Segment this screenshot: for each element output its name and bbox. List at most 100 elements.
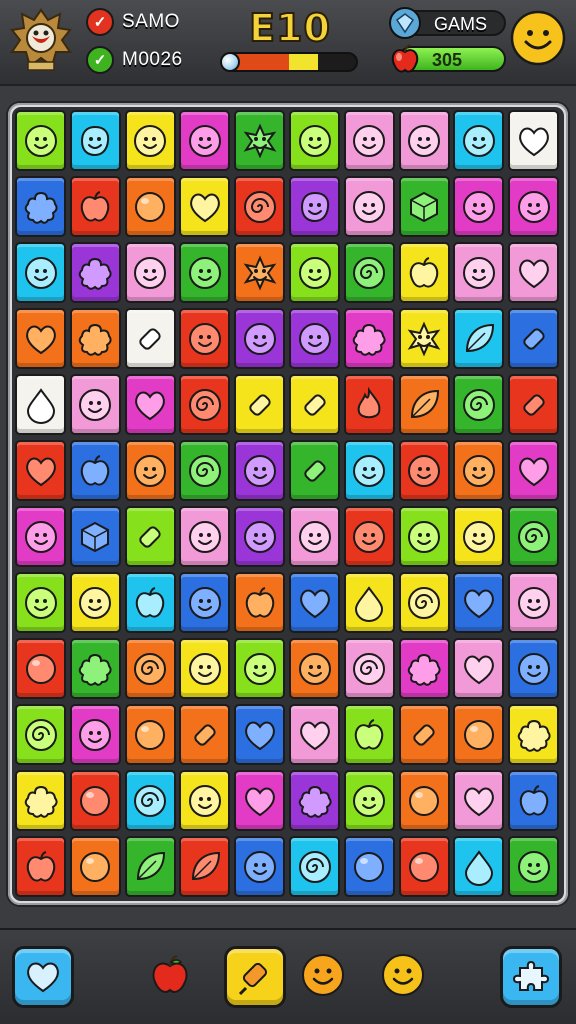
tile-swirl[interactable]	[508, 506, 560, 567]
tile-apple[interactable]	[69, 176, 121, 237]
tile-smile[interactable]	[124, 440, 176, 501]
tile-smile[interactable]	[398, 440, 450, 501]
tile-apple[interactable]	[124, 572, 176, 633]
candy-button[interactable]	[224, 946, 286, 1008]
tile-smile[interactable]	[343, 110, 395, 171]
tile-smile[interactable]	[69, 704, 121, 765]
coins-pill[interactable]: 305	[391, 44, 506, 73]
tile-smile[interactable]	[289, 308, 340, 369]
tile-smile[interactable]	[179, 242, 231, 303]
tile-swirl[interactable]	[453, 374, 505, 435]
tile-heart[interactable]	[453, 638, 505, 699]
tile-heart[interactable]	[124, 374, 176, 435]
tile-leaf[interactable]	[398, 374, 450, 435]
tile-smile[interactable]	[124, 242, 176, 303]
tile-apple[interactable]	[234, 572, 286, 633]
tile-smile[interactable]	[179, 572, 231, 633]
tile-dot[interactable]	[398, 770, 450, 831]
tile-smile[interactable]	[508, 572, 560, 633]
tile-smile[interactable]	[289, 638, 340, 699]
tile-blob[interactable]	[289, 176, 340, 237]
tile-heart[interactable]	[508, 110, 560, 171]
tile-star[interactable]	[234, 110, 286, 171]
tile-apple[interactable]	[69, 440, 121, 501]
tile-swirl[interactable]	[124, 770, 176, 831]
tile-smile[interactable]	[508, 638, 560, 699]
tile-heart[interactable]	[453, 572, 505, 633]
tile-heart[interactable]	[15, 440, 66, 501]
tile-flower[interactable]	[69, 308, 121, 369]
tile-apple[interactable]	[343, 704, 395, 765]
tile-cube[interactable]	[398, 176, 450, 237]
tile-swirl[interactable]	[343, 242, 395, 303]
tile-drop[interactable]	[15, 374, 66, 435]
tile-flower[interactable]	[15, 176, 66, 237]
tile-smile[interactable]	[234, 440, 286, 501]
tile-heart[interactable]	[234, 704, 286, 765]
tile-apple[interactable]	[508, 770, 560, 831]
tile-drop[interactable]	[453, 836, 505, 897]
tile-flower[interactable]	[69, 638, 121, 699]
tile-smile[interactable]	[234, 308, 286, 369]
tile-dot[interactable]	[69, 836, 121, 897]
tile-smile[interactable]	[343, 506, 395, 567]
tile-flower[interactable]	[398, 638, 450, 699]
tile-smile[interactable]	[343, 440, 395, 501]
tile-swirl[interactable]	[234, 176, 286, 237]
tile-dot[interactable]	[124, 704, 176, 765]
tile-smile[interactable]	[234, 506, 286, 567]
tile-smile[interactable]	[234, 638, 286, 699]
tile-heart[interactable]	[234, 770, 286, 831]
tile-smile[interactable]	[289, 110, 340, 171]
tile-heart[interactable]	[15, 308, 66, 369]
apple-icon[interactable]	[147, 952, 193, 998]
tile-dot[interactable]	[69, 770, 121, 831]
tile-smile[interactable]	[15, 506, 66, 567]
tile-dot[interactable]	[124, 176, 176, 237]
tile-smile[interactable]	[343, 770, 395, 831]
tile-cube[interactable]	[69, 506, 121, 567]
tile-dot[interactable]	[15, 638, 66, 699]
tile-swirl[interactable]	[179, 440, 231, 501]
tile-swirl[interactable]	[343, 638, 395, 699]
tile-smile[interactable]	[453, 440, 505, 501]
tile-flower[interactable]	[343, 308, 395, 369]
tile-flower[interactable]	[289, 770, 340, 831]
tile-smile[interactable]	[343, 176, 395, 237]
tile-smile[interactable]	[453, 110, 505, 171]
tile-candy[interactable]	[289, 440, 340, 501]
tile-flower[interactable]	[15, 770, 66, 831]
tile-leaf[interactable]	[453, 308, 505, 369]
tile-smile[interactable]	[124, 110, 176, 171]
heart-button[interactable]	[12, 946, 74, 1008]
tile-heart[interactable]	[508, 242, 560, 303]
gems-pill[interactable]: GAMS	[389, 7, 506, 39]
tile-smile[interactable]	[179, 506, 231, 567]
tile-candy[interactable]	[234, 374, 286, 435]
tile-candy[interactable]	[398, 704, 450, 765]
tile-dot[interactable]	[398, 836, 450, 897]
tile-smile[interactable]	[453, 506, 505, 567]
tile-swirl[interactable]	[398, 572, 450, 633]
tile-smile[interactable]	[179, 638, 231, 699]
tile-candy[interactable]	[124, 506, 176, 567]
tile-smile[interactable]	[398, 110, 450, 171]
tile-smile[interactable]	[179, 770, 231, 831]
tile-star[interactable]	[234, 242, 286, 303]
tile-candy[interactable]	[508, 308, 560, 369]
tile-smile[interactable]	[398, 506, 450, 567]
tile-smile[interactable]	[15, 242, 66, 303]
tile-heart[interactable]	[508, 440, 560, 501]
tile-swirl[interactable]	[289, 836, 340, 897]
tile-smile[interactable]	[179, 308, 231, 369]
tile-heart[interactable]	[289, 572, 340, 633]
tile-smile[interactable]	[453, 176, 505, 237]
tile-star[interactable]	[398, 308, 450, 369]
tile-smile[interactable]	[508, 836, 560, 897]
tile-smile[interactable]	[69, 572, 121, 633]
tile-smile[interactable]	[15, 110, 66, 171]
tile-apple[interactable]	[15, 836, 66, 897]
puzzle-button[interactable]	[500, 946, 562, 1008]
tile-flame[interactable]	[343, 374, 395, 435]
tile-smile[interactable]	[15, 572, 66, 633]
